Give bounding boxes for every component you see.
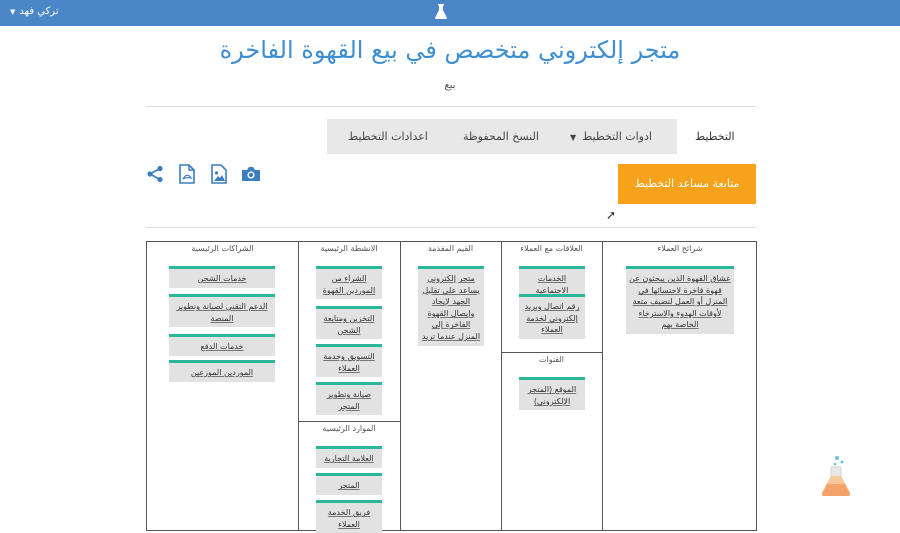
note-card[interactable]: التسويق وخدمة العملاء bbox=[316, 344, 382, 378]
section-title: الموارد الرئيسية bbox=[322, 424, 376, 433]
tab-tools[interactable]: ▼ ادوات التخطيط bbox=[570, 119, 652, 154]
tab-saved[interactable]: النسخ المحفوظة bbox=[463, 119, 539, 154]
page-title: متجر إلكتروني متخصص في بيع القهوة الفاخر… bbox=[219, 36, 681, 64]
chevron-down-icon: ▼ bbox=[570, 133, 577, 142]
section-title: القنوات bbox=[538, 355, 564, 364]
share-icon[interactable] bbox=[145, 163, 165, 185]
note-card[interactable]: الدعم التقني لصيانة وتطوير المنصة bbox=[169, 294, 275, 328]
note-card[interactable]: صيانة وتطوير المتجر bbox=[316, 382, 382, 416]
note-card[interactable]: متجر إلكتروني يساعد على تقليل الجهد لإيج… bbox=[418, 266, 484, 346]
user-name: تركي فهد bbox=[19, 6, 59, 17]
user-menu[interactable]: ▼ تركي فهد bbox=[10, 6, 59, 17]
flask-helper-icon[interactable] bbox=[820, 455, 852, 497]
note-card[interactable]: الموردين الموزعين bbox=[169, 360, 275, 382]
page-subtitle: بيع bbox=[444, 80, 456, 91]
section-title: شرائح العملاء bbox=[657, 244, 703, 253]
flask-logo-icon[interactable] bbox=[434, 4, 448, 20]
note-card[interactable]: العلامة التجارية bbox=[316, 446, 382, 468]
tab-settings[interactable]: اعدادات التخطيط bbox=[348, 119, 428, 154]
note-card[interactable]: رقم اتصال وبريد إلكتروني لخدمة العملاء bbox=[519, 294, 585, 339]
section-title: القيم المقدمة bbox=[427, 244, 474, 253]
tab-planning[interactable]: التخطيط bbox=[695, 119, 735, 154]
section-customer-relationships: العلاقات مع العملاء الخدمات الاجتماعية ر… bbox=[501, 242, 602, 352]
divider bbox=[146, 106, 756, 107]
section-key-partners: الشراكات الرئيسية خدمات الشحن الدعم التق… bbox=[147, 242, 298, 530]
section-title: الانشطة الرئيسية bbox=[320, 244, 378, 253]
note-card[interactable]: خدمات الشحن bbox=[169, 266, 275, 288]
section-key-resources: الموارد الرئيسية العلامة التجارية المتجر… bbox=[298, 422, 400, 533]
camera-icon[interactable] bbox=[241, 163, 261, 185]
note-card[interactable]: الموقع (المتجر الإلكتروني) bbox=[519, 377, 585, 411]
pdf-icon[interactable] bbox=[177, 163, 197, 185]
planning-assistant-button[interactable]: متابعة مساعد التخطيط bbox=[618, 164, 756, 204]
note-card[interactable]: الشراء من الموردين القهوة bbox=[316, 266, 382, 300]
business-model-canvas: الشراكات الرئيسية خدمات الشحن الدعم التق… bbox=[146, 241, 758, 533]
top-bar: ▼ تركي فهد bbox=[0, 0, 900, 26]
note-card[interactable]: عشاق القهوة الذين يبحثون عن قهوة فاخرة ل… bbox=[626, 266, 734, 334]
section-title: الشراكات الرئيسية bbox=[191, 244, 254, 253]
note-card[interactable]: فريق الخدمة العملاء bbox=[316, 500, 382, 533]
section-customer-segments: شرائح العملاء عشاق القهوة الذين يبحثون ع… bbox=[602, 242, 758, 530]
mouse-cursor-icon: ➚ bbox=[606, 208, 617, 222]
tab-bar: ▼ ادوات التخطيط النسخ المحفوظة اعدادات ال… bbox=[327, 119, 677, 154]
note-card[interactable]: خدمات الدفع bbox=[169, 334, 275, 356]
chevron-down-icon: ▼ bbox=[10, 7, 16, 16]
note-card[interactable]: التخزين ومتابعة الشحن bbox=[316, 306, 382, 340]
export-toolbar bbox=[145, 163, 261, 185]
tab-tools-label: ادوات التخطيط bbox=[582, 130, 652, 143]
section-title: العلاقات مع العملاء bbox=[520, 244, 583, 253]
image-icon[interactable] bbox=[209, 163, 229, 185]
note-card[interactable]: المتجر bbox=[316, 473, 382, 495]
divider bbox=[146, 227, 756, 228]
section-value-propositions: القيم المقدمة متجر إلكتروني يساعد على تق… bbox=[400, 242, 501, 530]
section-channels: القنوات الموقع (المتجر الإلكتروني) bbox=[501, 353, 602, 532]
